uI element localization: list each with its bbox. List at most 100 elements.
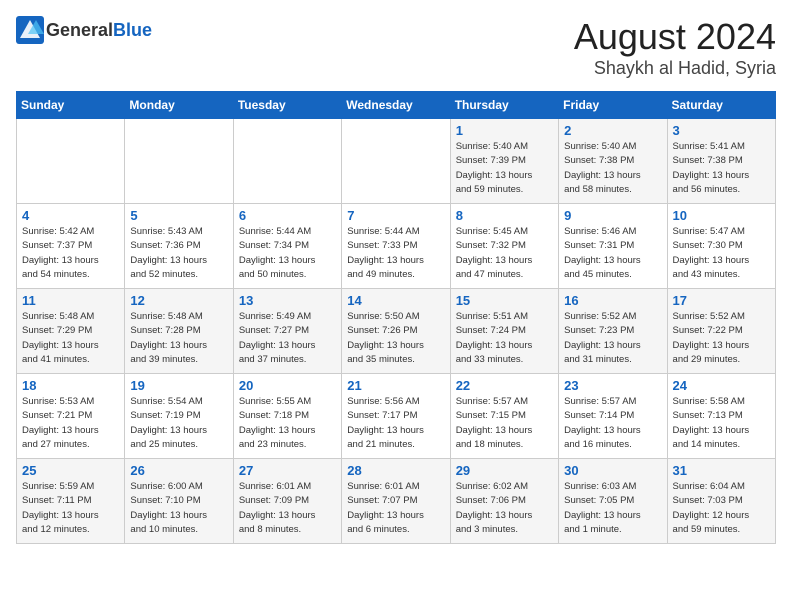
calendar-cell: 2 Sunrise: 5:40 AM Sunset: 7:38 PM Daylig… (559, 119, 667, 204)
calendar-cell: 24 Sunrise: 5:58 AM Sunset: 7:13 PM Dayli… (667, 374, 775, 459)
day-number: 28 (347, 463, 444, 478)
calendar-cell (342, 119, 450, 204)
day-info: Sunrise: 5:57 AM Sunset: 7:15 PM Dayligh… (456, 395, 553, 452)
day-number: 15 (456, 293, 553, 308)
day-number: 31 (673, 463, 770, 478)
calendar-cell: 23 Sunrise: 5:57 AM Sunset: 7:14 PM Dayli… (559, 374, 667, 459)
day-number: 12 (130, 293, 227, 308)
day-info: Sunrise: 5:51 AM Sunset: 7:24 PM Dayligh… (456, 310, 553, 367)
calendar-table: SundayMondayTuesdayWednesdayThursdayFrid… (16, 91, 776, 544)
day-number: 29 (456, 463, 553, 478)
calendar-cell: 28 Sunrise: 6:01 AM Sunset: 7:07 PM Dayli… (342, 459, 450, 544)
calendar-cell: 31 Sunrise: 6:04 AM Sunset: 7:03 PM Dayli… (667, 459, 775, 544)
calendar-cell: 26Sunrise: 6:00 AM Sunset: 7:10 PM Dayli… (125, 459, 233, 544)
calendar-cell (125, 119, 233, 204)
day-info: Sunrise: 5:42 AM Sunset: 7:37 PM Dayligh… (22, 225, 119, 282)
day-info: Sunrise: 5:44 AM Sunset: 7:33 PM Dayligh… (347, 225, 444, 282)
day-info: Sunrise: 5:56 AM Sunset: 7:17 PM Dayligh… (347, 395, 444, 452)
calendar-cell: 16 Sunrise: 5:52 AM Sunset: 7:23 PM Dayli… (559, 289, 667, 374)
day-number: 27 (239, 463, 336, 478)
day-number: 8 (456, 208, 553, 223)
calendar-cell: 15 Sunrise: 5:51 AM Sunset: 7:24 PM Dayli… (450, 289, 558, 374)
month-title: August 2024 (574, 16, 776, 58)
calendar-cell: 13 Sunrise: 5:49 AM Sunset: 7:27 PM Dayli… (233, 289, 341, 374)
day-number: 14 (347, 293, 444, 308)
calendar-week-2: 4 Sunrise: 5:42 AM Sunset: 7:37 PM Daylig… (17, 204, 776, 289)
day-info: Sunrise: 5:52 AM Sunset: 7:22 PM Dayligh… (673, 310, 770, 367)
calendar-cell: 22Sunrise: 5:57 AM Sunset: 7:15 PM Dayli… (450, 374, 558, 459)
day-info: Sunrise: 5:43 AM Sunset: 7:36 PM Dayligh… (130, 225, 227, 282)
calendar-cell: 27Sunrise: 6:01 AM Sunset: 7:09 PM Dayli… (233, 459, 341, 544)
calendar-cell: 29Sunrise: 6:02 AM Sunset: 7:06 PM Dayli… (450, 459, 558, 544)
day-number: 18 (22, 378, 119, 393)
logo-blue: Blue (113, 20, 152, 40)
logo: GeneralBlue (16, 16, 152, 44)
day-number: 13 (239, 293, 336, 308)
day-number: 24 (673, 378, 770, 393)
day-number: 23 (564, 378, 661, 393)
calendar-cell: 11 Sunrise: 5:48 AM Sunset: 7:29 PM Dayli… (17, 289, 125, 374)
weekday-header-thursday: Thursday (450, 92, 558, 119)
day-number: 17 (673, 293, 770, 308)
day-number: 9 (564, 208, 661, 223)
day-info: Sunrise: 5:49 AM Sunset: 7:27 PM Dayligh… (239, 310, 336, 367)
day-info: Sunrise: 6:04 AM Sunset: 7:03 PM Dayligh… (673, 480, 770, 537)
weekday-header-friday: Friday (559, 92, 667, 119)
day-number: 2 (564, 123, 661, 138)
calendar-cell: 20Sunrise: 5:55 AM Sunset: 7:18 PM Dayli… (233, 374, 341, 459)
weekday-header-row: SundayMondayTuesdayWednesdayThursdayFrid… (17, 92, 776, 119)
calendar-cell: 25Sunrise: 5:59 AM Sunset: 7:11 PM Dayli… (17, 459, 125, 544)
calendar-week-5: 25Sunrise: 5:59 AM Sunset: 7:11 PM Dayli… (17, 459, 776, 544)
calendar-cell: 18Sunrise: 5:53 AM Sunset: 7:21 PM Dayli… (17, 374, 125, 459)
day-number: 5 (130, 208, 227, 223)
day-number: 16 (564, 293, 661, 308)
calendar-cell: 3Sunrise: 5:41 AM Sunset: 7:38 PM Daylig… (667, 119, 775, 204)
day-info: Sunrise: 5:46 AM Sunset: 7:31 PM Dayligh… (564, 225, 661, 282)
day-info: Sunrise: 6:01 AM Sunset: 7:07 PM Dayligh… (347, 480, 444, 537)
day-info: Sunrise: 5:48 AM Sunset: 7:29 PM Dayligh… (22, 310, 119, 367)
calendar-cell (17, 119, 125, 204)
weekday-header-monday: Monday (125, 92, 233, 119)
day-info: Sunrise: 5:52 AM Sunset: 7:23 PM Dayligh… (564, 310, 661, 367)
calendar-cell: 8Sunrise: 5:45 AM Sunset: 7:32 PM Daylig… (450, 204, 558, 289)
day-number: 30 (564, 463, 661, 478)
logo-icon (16, 16, 44, 44)
calendar-cell: 19 Sunrise: 5:54 AM Sunset: 7:19 PM Dayli… (125, 374, 233, 459)
day-info: Sunrise: 6:00 AM Sunset: 7:10 PM Dayligh… (130, 480, 227, 537)
day-number: 4 (22, 208, 119, 223)
day-number: 6 (239, 208, 336, 223)
day-info: Sunrise: 5:44 AM Sunset: 7:34 PM Dayligh… (239, 225, 336, 282)
day-number: 7 (347, 208, 444, 223)
weekday-header-wednesday: Wednesday (342, 92, 450, 119)
logo-general: General (46, 20, 113, 40)
calendar-cell: 1 Sunrise: 5:40 AM Sunset: 7:39 PM Daylig… (450, 119, 558, 204)
calendar-cell: 21Sunrise: 5:56 AM Sunset: 7:17 PM Dayli… (342, 374, 450, 459)
day-info: Sunrise: 5:57 AM Sunset: 7:14 PM Dayligh… (564, 395, 661, 452)
day-info: Sunrise: 5:48 AM Sunset: 7:28 PM Dayligh… (130, 310, 227, 367)
calendar-cell: 5 Sunrise: 5:43 AM Sunset: 7:36 PM Daylig… (125, 204, 233, 289)
calendar-cell: 4 Sunrise: 5:42 AM Sunset: 7:37 PM Daylig… (17, 204, 125, 289)
location-title: Shaykh al Hadid, Syria (574, 58, 776, 79)
day-number: 1 (456, 123, 553, 138)
weekday-header-saturday: Saturday (667, 92, 775, 119)
day-number: 10 (673, 208, 770, 223)
title-block: August 2024 Shaykh al Hadid, Syria (574, 16, 776, 79)
calendar-week-1: 1 Sunrise: 5:40 AM Sunset: 7:39 PM Daylig… (17, 119, 776, 204)
day-number: 11 (22, 293, 119, 308)
day-info: Sunrise: 5:40 AM Sunset: 7:39 PM Dayligh… (456, 140, 553, 197)
calendar-cell (233, 119, 341, 204)
day-number: 3 (673, 123, 770, 138)
logo-text: GeneralBlue (46, 20, 152, 41)
calendar-week-3: 11 Sunrise: 5:48 AM Sunset: 7:29 PM Dayli… (17, 289, 776, 374)
day-info: Sunrise: 5:47 AM Sunset: 7:30 PM Dayligh… (673, 225, 770, 282)
calendar-week-4: 18Sunrise: 5:53 AM Sunset: 7:21 PM Dayli… (17, 374, 776, 459)
day-number: 19 (130, 378, 227, 393)
day-info: Sunrise: 5:50 AM Sunset: 7:26 PM Dayligh… (347, 310, 444, 367)
weekday-header-sunday: Sunday (17, 92, 125, 119)
day-info: Sunrise: 5:54 AM Sunset: 7:19 PM Dayligh… (130, 395, 227, 452)
day-info: Sunrise: 5:55 AM Sunset: 7:18 PM Dayligh… (239, 395, 336, 452)
day-info: Sunrise: 5:40 AM Sunset: 7:38 PM Dayligh… (564, 140, 661, 197)
day-info: Sunrise: 5:59 AM Sunset: 7:11 PM Dayligh… (22, 480, 119, 537)
page-header: GeneralBlue August 2024 Shaykh al Hadid,… (16, 16, 776, 79)
day-info: Sunrise: 5:58 AM Sunset: 7:13 PM Dayligh… (673, 395, 770, 452)
